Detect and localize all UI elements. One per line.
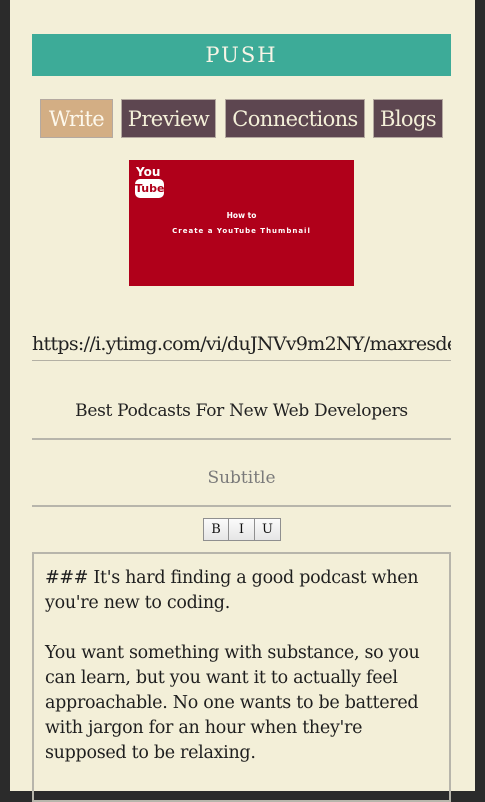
cover-image-url-input[interactable]: https://i.ytimg.com/vi/duJNVv9m2NY/maxre…	[32, 333, 451, 361]
youtube-logo-icon: You Tube	[135, 165, 165, 201]
format-toolbar: B I U	[203, 518, 281, 541]
editor-paragraph: You want something with substance, so yo…	[45, 643, 420, 763]
italic-button[interactable]: I	[229, 518, 255, 541]
tab-blogs[interactable]: Blogs	[373, 99, 443, 138]
cover-image-thumbnail: You Tube How to Create a YouTube Thumbna…	[129, 160, 354, 286]
thumbnail-caption-line2: Create a YouTube Thumbnail	[172, 227, 311, 235]
bold-button[interactable]: B	[203, 518, 229, 541]
tab-connections[interactable]: Connections	[225, 99, 365, 138]
post-title-input[interactable]: Best Podcasts For New Web Developers	[32, 398, 451, 440]
tab-write[interactable]: Write	[40, 99, 113, 138]
post-body-editor[interactable]: ### It's hard finding a good podcast whe…	[32, 552, 451, 802]
subtitle-input[interactable]: Subtitle	[32, 464, 451, 507]
thumbnail-caption-line1: How to	[226, 211, 257, 220]
push-button[interactable]: PUSH	[32, 34, 451, 76]
editor-paragraph: ### It's hard finding a good podcast whe…	[45, 568, 419, 613]
editor-page: PUSH Write Preview Connections Blogs You…	[10, 0, 475, 802]
underline-button[interactable]: U	[255, 518, 281, 541]
tab-preview[interactable]: Preview	[121, 99, 216, 138]
